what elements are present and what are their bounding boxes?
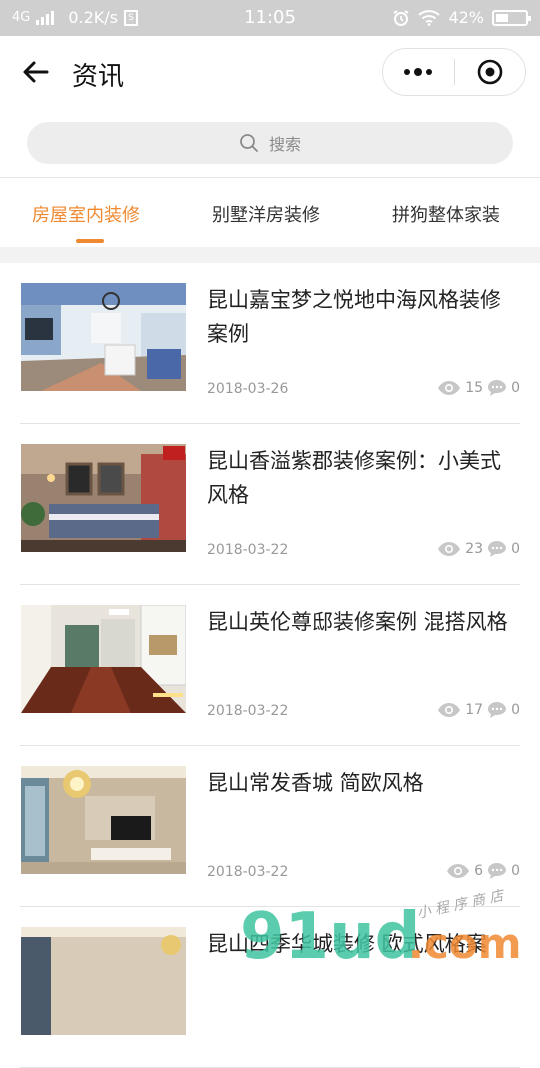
nav-bar: 资讯 [0,36,540,110]
status-bar: 4G 0.2K/s S 11:05 42% [0,0,540,36]
search-icon [240,134,258,152]
search-placeholder: 搜索 [268,135,301,154]
target-icon [477,59,503,85]
article-title: 昆山嘉宝梦之悦地中海风格装修案例 [207,288,501,346]
page-title: 资讯 [72,62,125,92]
article-thumbnail [21,605,186,713]
article-stats: 23 0 [437,540,520,558]
wifi-icon [418,9,441,26]
article-title: 昆山常发香城 简欧风格 [207,771,424,795]
article-stats: 6 0 [446,862,520,880]
watermark-logo: 91ud .com 小 程 序 商 店 [240,888,521,960]
comment-icon [488,380,507,396]
comment-count: 0 [511,380,520,396]
article-title: 昆山英伦尊邸装修案例 混搭风格 [207,610,508,634]
list-item[interactable]: 昆山嘉宝梦之悦地中海风格装修案例 2018-03-26 15 0 [20,263,520,424]
search-input[interactable]: 搜索 [27,122,513,164]
search-area: 搜索 [0,110,540,178]
close-mini-program-button[interactable] [455,49,526,95]
comment-icon [488,863,507,879]
svg-text:.com: .com [408,919,521,960]
comment-icon [488,541,507,557]
view-count: 23 [465,541,484,557]
list-item[interactable]: 昆山常发香城 简欧风格 2018-03-22 6 0 [20,746,520,907]
category-tabs: 房屋室内装修 别墅洋房装修 拼狗整体家装 [0,179,540,247]
comment-icon [488,702,507,718]
comment-count: 0 [511,541,520,557]
article-thumbnail [21,283,186,391]
active-tab-indicator [76,239,104,243]
view-count: 15 [465,380,484,396]
svg-text:小 程 序 商 店: 小 程 序 商 店 [416,888,507,922]
comment-count: 0 [511,702,520,718]
article-thumbnail [21,444,186,552]
eye-icon [447,864,470,878]
article-stats: 15 0 [437,379,520,397]
article-stats: 17 0 [437,701,520,719]
article-thumbnail [21,766,186,874]
alarm-icon [393,9,409,26]
battery-percent: 42% [448,8,484,27]
view-count: 17 [465,702,484,718]
list-item[interactable]: 昆山英伦尊邸装修案例 混搭风格 2018-03-22 17 0 [20,585,520,746]
back-arrow-icon[interactable] [20,56,52,88]
eye-icon [438,703,461,717]
article-thumbnail [21,927,186,1035]
article-date: 2018-03-22 [207,542,289,558]
view-count: 6 [474,863,484,879]
mini-program-capsule [382,48,526,96]
tab-villa-decoration[interactable]: 别墅洋房装修 [212,201,320,227]
more-menu-button[interactable] [383,49,454,95]
battery-icon [492,9,531,26]
article-date: 2018-03-22 [207,864,289,880]
comment-count: 0 [511,863,520,879]
tab-whole-house[interactable]: 拼狗整体家装 [392,201,500,227]
article-title: 昆山香溢紫郡装修案例：小美式风格 [207,449,501,507]
section-divider [0,247,540,263]
eye-icon [438,542,461,556]
svg-text:91ud: 91ud [240,900,420,960]
eye-icon [438,381,461,395]
article-date: 2018-03-26 [207,381,289,397]
list-item[interactable]: 昆山香溢紫郡装修案例：小美式风格 2018-03-22 23 0 [20,424,520,585]
tab-interior-decoration[interactable]: 房屋室内装修 [32,201,140,227]
article-date: 2018-03-22 [207,703,289,719]
